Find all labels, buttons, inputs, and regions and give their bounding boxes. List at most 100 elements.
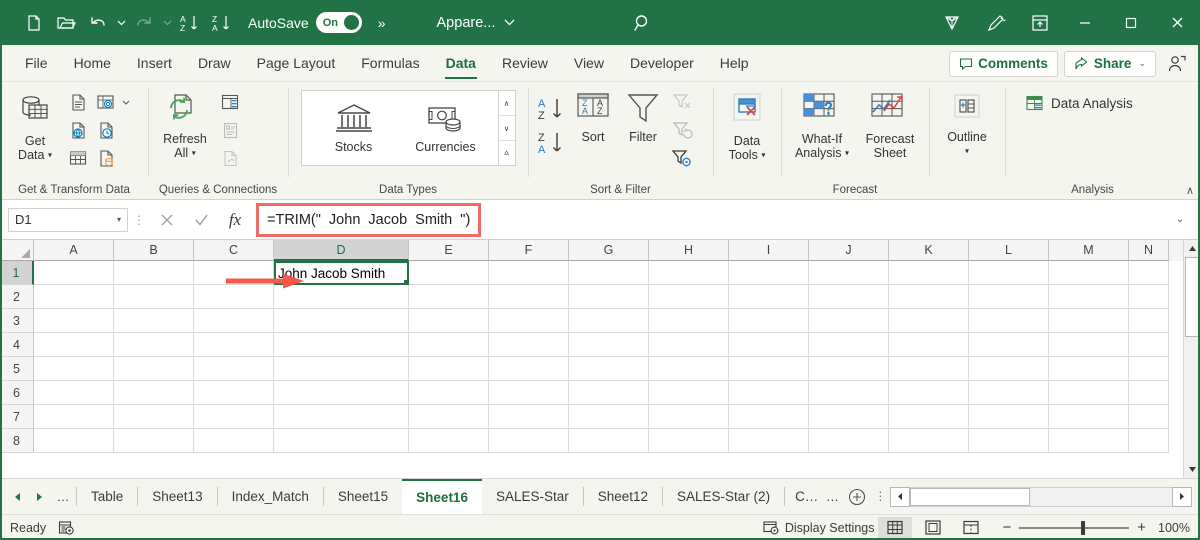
tab-formulas[interactable]: Formulas [348,45,432,81]
tab-view[interactable]: View [561,45,617,81]
sheet-tabs-more-icon[interactable]: ⋮ [872,479,888,514]
cell-B8[interactable] [114,429,194,453]
cell-K3[interactable] [889,309,969,333]
cell-A4[interactable] [34,333,114,357]
formula-bar-expand-icon[interactable]: ⌄ [1168,214,1192,225]
refresh-all-button[interactable]: Refresh All ▾ [154,88,216,161]
tab-developer[interactable]: Developer [617,45,707,81]
cell-B4[interactable] [114,333,194,357]
cell-E2[interactable] [409,285,489,309]
column-header-b[interactable]: B [114,240,194,261]
share-caret-icon[interactable]: ⌄ [1138,58,1146,69]
clear-filter-icon[interactable] [668,88,696,116]
sheet-nav-ellipsis[interactable]: … [50,479,76,514]
cell-C5[interactable] [194,357,274,381]
normal-view-icon[interactable] [878,516,913,539]
tab-review[interactable]: Review [489,45,561,81]
cell-I8[interactable] [729,429,809,453]
from-text-csv-icon[interactable] [64,88,92,116]
cell-J5[interactable] [809,357,889,381]
cell-F4[interactable] [489,333,569,357]
cell-H3[interactable] [649,309,729,333]
comments-button[interactable]: Comments [949,50,1058,77]
cell-H6[interactable] [649,381,729,405]
horizontal-scroll-track[interactable] [910,486,1172,507]
cell-A2[interactable] [34,285,114,309]
from-picture-caret-icon[interactable] [120,100,131,105]
cell-I4[interactable] [729,333,809,357]
cell-G1[interactable] [569,261,649,285]
cell-D6[interactable] [274,381,409,405]
sheet-tab-index-match[interactable]: Index_Match [218,479,323,514]
cell-F3[interactable] [489,309,569,333]
sheet-nav-first-icon[interactable] [6,479,28,514]
cell-H2[interactable] [649,285,729,309]
cell-L4[interactable] [969,333,1049,357]
sheet-tab-sheet16[interactable]: Sheet16 [402,479,482,514]
cell-M6[interactable] [1049,381,1129,405]
cell-E7[interactable] [409,405,489,429]
cell-L1[interactable] [969,261,1049,285]
cell-B1[interactable] [114,261,194,285]
existing-connections-icon[interactable] [92,144,120,172]
formula-input[interactable]: =TRIM(" John Jacob Smith ") [267,212,470,228]
cell-E6[interactable] [409,381,489,405]
cell-E5[interactable] [409,357,489,381]
cell-J4[interactable] [809,333,889,357]
gallery-more-icon[interactable]: ⩟ [499,141,515,165]
cell-D2[interactable] [274,285,409,309]
cell-K5[interactable] [889,357,969,381]
currencies-button[interactable]: Currencies [400,92,492,164]
cell-C1[interactable] [194,261,274,285]
cell-I3[interactable] [729,309,809,333]
cell-N8[interactable] [1129,429,1169,453]
name-box[interactable]: D1 ▾ [8,207,128,232]
cell-E4[interactable] [409,333,489,357]
gallery-scroll-up-icon[interactable]: ∧ [498,91,515,116]
cell-K1[interactable] [889,261,969,285]
cell-N4[interactable] [1129,333,1169,357]
cell-F6[interactable] [489,381,569,405]
cell-K7[interactable] [889,405,969,429]
cell-H1[interactable] [649,261,729,285]
cell-F7[interactable] [489,405,569,429]
sheet-tab-c-truncated[interactable]: C… [785,479,822,514]
cell-I6[interactable] [729,381,809,405]
cell-A8[interactable] [34,429,114,453]
confirm-check-icon[interactable] [184,207,218,233]
ribbon-collapse-icon[interactable]: ∧ [1186,184,1194,197]
formula-bar-grip[interactable]: ⋮ [128,214,150,226]
pen-icon[interactable] [974,0,1018,45]
cell-D4[interactable] [274,333,409,357]
cell-N6[interactable] [1129,381,1169,405]
row-header-1[interactable]: 1 [0,261,34,285]
zoom-slider[interactable]: − + [1002,519,1146,536]
row-header-4[interactable]: 4 [0,333,34,357]
page-layout-view-icon[interactable] [916,517,950,539]
sort-descending-icon[interactable]: ZA [534,126,568,160]
cell-M8[interactable] [1049,429,1129,453]
vertical-scroll-thumb[interactable] [1185,257,1199,337]
data-tools-button[interactable]: Data Tools ▾ [718,88,776,163]
share-person-icon[interactable] [1162,49,1192,79]
cell-K4[interactable] [889,333,969,357]
cell-E3[interactable] [409,309,489,333]
gallery-scroll-down-icon[interactable]: ∨ [498,116,515,141]
share-button[interactable]: Share ⌄ [1063,50,1156,77]
cell-I2[interactable] [729,285,809,309]
column-header-e[interactable]: E [409,240,489,261]
filter-button[interactable]: Filter [618,88,668,144]
cell-H4[interactable] [649,333,729,357]
column-header-c[interactable]: C [194,240,274,261]
cell-C7[interactable] [194,405,274,429]
cell-C2[interactable] [194,285,274,309]
cell-B6[interactable] [114,381,194,405]
cell-D5[interactable] [274,357,409,381]
cell-M2[interactable] [1049,285,1129,309]
sort-za-icon[interactable]: ZA [206,8,238,38]
cell-B5[interactable] [114,357,194,381]
sheet-tab-table[interactable]: Table [77,479,137,514]
cell-G6[interactable] [569,381,649,405]
cell-G2[interactable] [569,285,649,309]
cell-F8[interactable] [489,429,569,453]
